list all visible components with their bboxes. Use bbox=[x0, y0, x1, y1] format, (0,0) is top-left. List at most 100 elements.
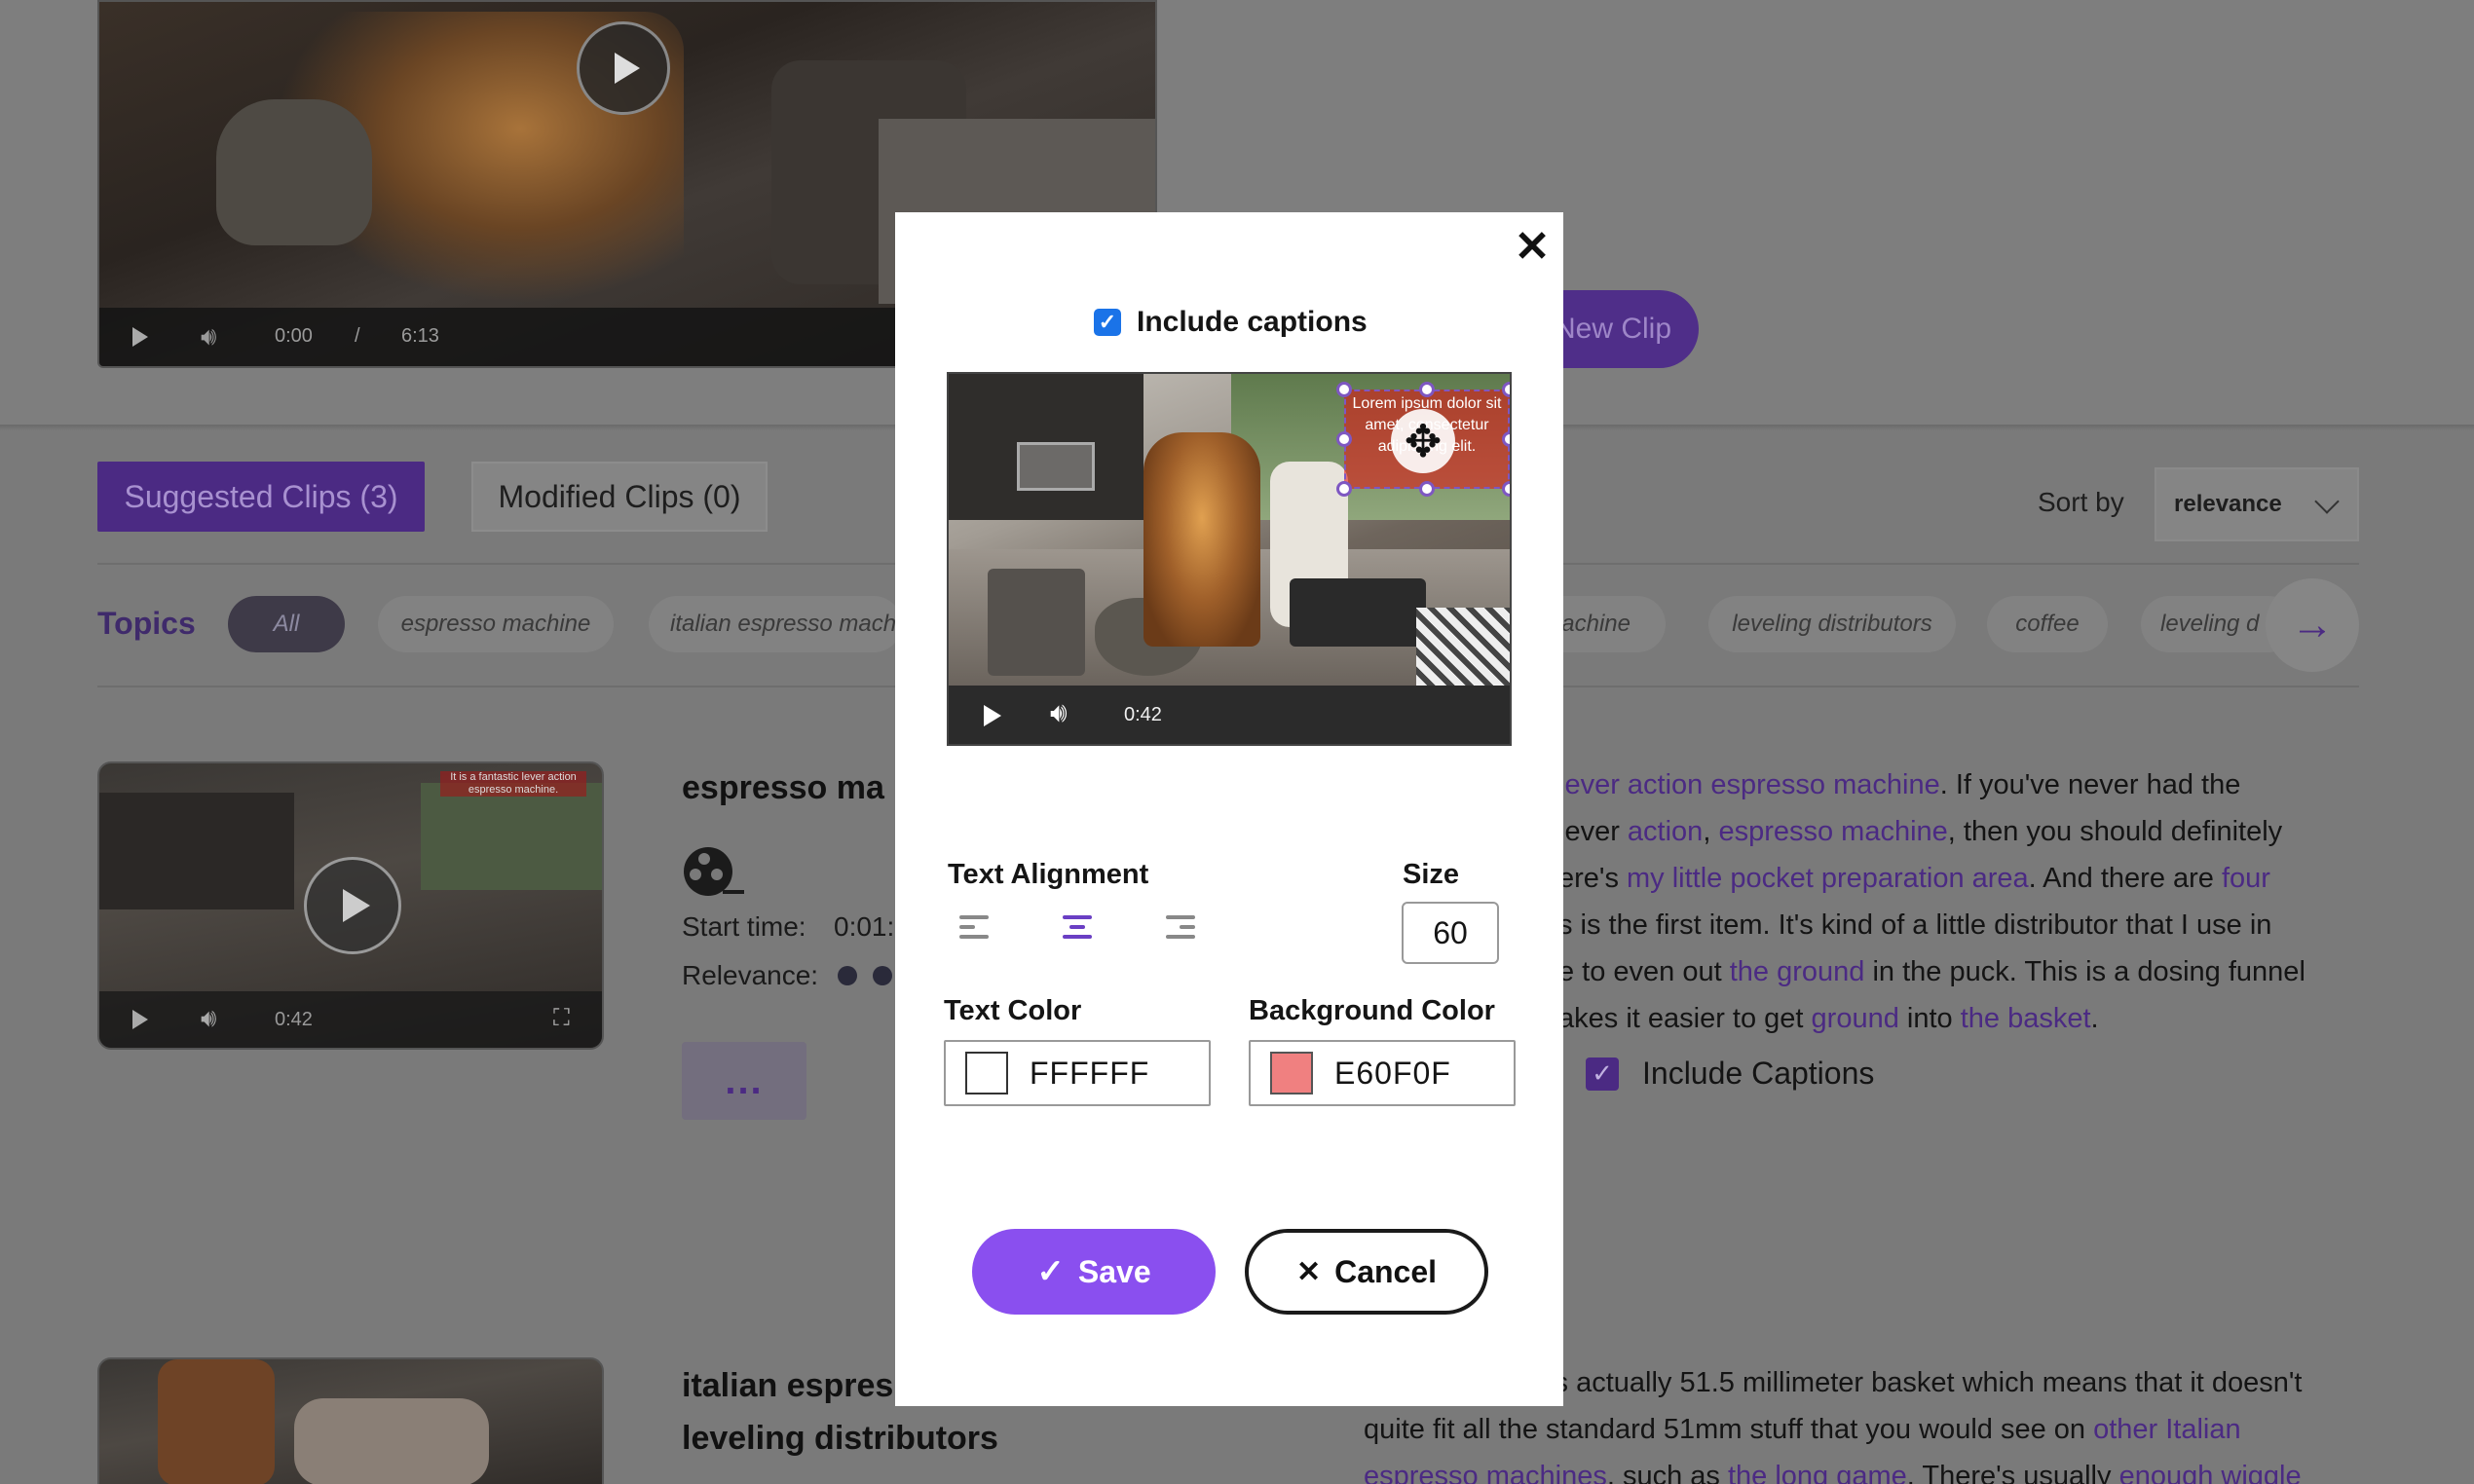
play-icon[interactable] bbox=[984, 705, 1001, 726]
relevance-dot bbox=[873, 966, 892, 985]
transcript-keyword[interactable]: action bbox=[1628, 816, 1703, 847]
transcript-keyword[interactable]: the ground bbox=[1730, 956, 1865, 987]
thumb-time: 0:42 bbox=[275, 1009, 313, 1030]
save-label: Save bbox=[1077, 1253, 1151, 1289]
caption-settings-modal: ✕ ✓ Include captions Lorem ipsum dolor s… bbox=[895, 212, 1563, 1406]
text-alignment-label: Text Alignment bbox=[948, 859, 1149, 890]
thumb-cabinet bbox=[99, 793, 294, 909]
transcript-text: . There's usually bbox=[1906, 1461, 2119, 1484]
volume-icon[interactable]: 🔊︎ bbox=[201, 1003, 216, 1034]
arrow-right-icon[interactable]: → bbox=[2266, 578, 2359, 672]
film-reel-hole bbox=[711, 869, 723, 880]
size-label: Size bbox=[1403, 859, 1460, 890]
background-color-label: Background Color bbox=[1249, 995, 1495, 1026]
cancel-button[interactable]: ✕ Cancel bbox=[1245, 1229, 1488, 1315]
transcript-text: ere's bbox=[1558, 863, 1628, 894]
tab-suggested-clips[interactable]: Suggested Clips (3) bbox=[97, 462, 425, 532]
align-right-icon[interactable] bbox=[1166, 915, 1201, 948]
preview-microwave bbox=[1017, 442, 1095, 491]
preview-scale bbox=[1290, 578, 1426, 647]
resize-handle[interactable] bbox=[1502, 382, 1510, 397]
transcript-text: . If you've never had the bbox=[1939, 769, 2241, 800]
transcript-text: , then you should definitely bbox=[1947, 816, 2283, 847]
transcript-text: in the puck. This is a dosing funnel bbox=[1864, 956, 2305, 987]
include-captions-row[interactable]: ✓ Include captions bbox=[1094, 306, 1368, 339]
text-color-swatch[interactable] bbox=[965, 1052, 1008, 1094]
move-icon[interactable]: ✥ bbox=[1391, 409, 1455, 473]
preview-cabinet bbox=[949, 374, 1143, 520]
transcript-keyword[interactable]: other Italian bbox=[2093, 1414, 2241, 1445]
play-icon[interactable] bbox=[132, 1010, 148, 1029]
clip-thumbnail[interactable] bbox=[97, 1357, 604, 1484]
play-icon[interactable] bbox=[132, 327, 148, 347]
size-input[interactable]: 60 bbox=[1402, 902, 1499, 964]
clip-thumbnail[interactable]: It is a fantastic lever action espresso … bbox=[97, 761, 604, 1050]
topic-chip[interactable]: espresso machine bbox=[378, 596, 614, 652]
align-center-icon[interactable] bbox=[1063, 915, 1098, 948]
resize-handle[interactable] bbox=[1419, 481, 1435, 497]
checkbox-checked-icon[interactable]: ✓ bbox=[1094, 309, 1121, 336]
video-frame-mortar bbox=[216, 99, 372, 245]
thumb-controls: 🔊︎ 0:42 ⛶ bbox=[99, 991, 602, 1048]
topic-chip[interactable]: coffee bbox=[1987, 596, 2108, 652]
start-time-value: 0:01: bbox=[834, 911, 895, 942]
relevance-dot bbox=[838, 966, 857, 985]
resize-handle[interactable] bbox=[1502, 481, 1510, 497]
resize-handle[interactable] bbox=[1336, 481, 1352, 497]
play-overlay-icon[interactable] bbox=[304, 857, 401, 954]
thumb-hand bbox=[294, 1398, 489, 1484]
text-color-input[interactable]: FFFFFF bbox=[944, 1040, 1211, 1106]
checkbox-checked-icon[interactable]: ✓ bbox=[1586, 1057, 1619, 1091]
align-left-icon[interactable] bbox=[959, 915, 994, 948]
transcript-keyword[interactable]: espresso machines bbox=[1364, 1461, 1607, 1484]
resize-handle[interactable] bbox=[1336, 382, 1352, 397]
clip-title: leveling distributors bbox=[682, 1420, 998, 1457]
volume-icon[interactable]: 🔊︎ bbox=[1050, 697, 1068, 729]
topic-chip[interactable]: italian espresso mach bbox=[649, 596, 902, 652]
transcript-keyword[interactable]: my little pocket preparation area bbox=[1627, 863, 2029, 894]
sort-by-label: Sort by bbox=[2038, 487, 2124, 517]
transcript-keyword[interactable]: lever action espresso machine bbox=[1558, 769, 1940, 800]
caption-preview-video[interactable]: Lorem ipsum dolor sit amet, consectetur … bbox=[947, 372, 1512, 746]
tab-modified-clips[interactable]: Modified Clips (0) bbox=[471, 462, 768, 532]
transcript-keyword[interactable]: ground bbox=[1812, 1003, 1899, 1034]
preview-rug bbox=[1416, 608, 1510, 686]
include-captions-toggle[interactable]: ✓ Include Captions bbox=[1586, 1056, 1874, 1092]
resize-handle[interactable] bbox=[1336, 431, 1352, 447]
start-time-label: Start time: bbox=[682, 911, 806, 942]
topic-chip[interactable]: leveling distributors bbox=[1708, 596, 1956, 652]
preview-controls: 🔊︎ 0:42 bbox=[949, 686, 1510, 744]
background-color-input[interactable]: E60F0F bbox=[1249, 1040, 1516, 1106]
transcript-text: quite fit all the standard 51mm stuff th… bbox=[1364, 1414, 2094, 1445]
transcript-keyword[interactable]: the long game bbox=[1728, 1461, 1907, 1484]
fullscreen-icon[interactable]: ⛶ bbox=[553, 1005, 570, 1032]
chevron-down-icon bbox=[2314, 489, 2340, 514]
transcript-keyword[interactable]: four bbox=[2222, 863, 2270, 894]
resize-handle[interactable] bbox=[1502, 431, 1510, 447]
transcript-keyword[interactable]: enough wiggle bbox=[2119, 1461, 2302, 1484]
cancel-label: Cancel bbox=[1334, 1253, 1438, 1289]
transcript-text: , bbox=[1703, 816, 1719, 847]
clip-title: espresso ma bbox=[682, 769, 884, 806]
background-color-swatch[interactable] bbox=[1270, 1052, 1313, 1094]
text-color-value: FFFFFF bbox=[1030, 1055, 1150, 1091]
thumb-machine bbox=[158, 1359, 275, 1484]
film-reel-hole bbox=[690, 869, 701, 880]
background-color-value: E60F0F bbox=[1334, 1055, 1451, 1091]
transcript-keyword[interactable]: espresso machine bbox=[1718, 816, 1947, 847]
transcript-text: lever bbox=[1558, 816, 1628, 847]
volume-icon[interactable]: 🔊︎ bbox=[201, 321, 216, 352]
transcript-text: e to even out bbox=[1558, 956, 1730, 987]
close-icon: ✕ bbox=[1295, 1255, 1322, 1288]
save-button[interactable]: ✓ Save bbox=[972, 1229, 1216, 1315]
transcript-keyword[interactable]: the basket bbox=[1961, 1003, 2091, 1034]
resize-handle[interactable] bbox=[1419, 382, 1435, 397]
more-options-button[interactable]: ... bbox=[682, 1042, 806, 1120]
preview-knock-box bbox=[988, 569, 1085, 676]
clip-title: italian espres bbox=[682, 1367, 894, 1404]
topic-chip-all[interactable]: All bbox=[228, 596, 345, 652]
include-captions-label: Include captions bbox=[1137, 306, 1368, 338]
sort-by-select[interactable]: relevance bbox=[2155, 467, 2359, 541]
play-overlay-icon[interactable] bbox=[577, 21, 670, 115]
close-icon[interactable]: ✕ bbox=[1511, 226, 1554, 269]
